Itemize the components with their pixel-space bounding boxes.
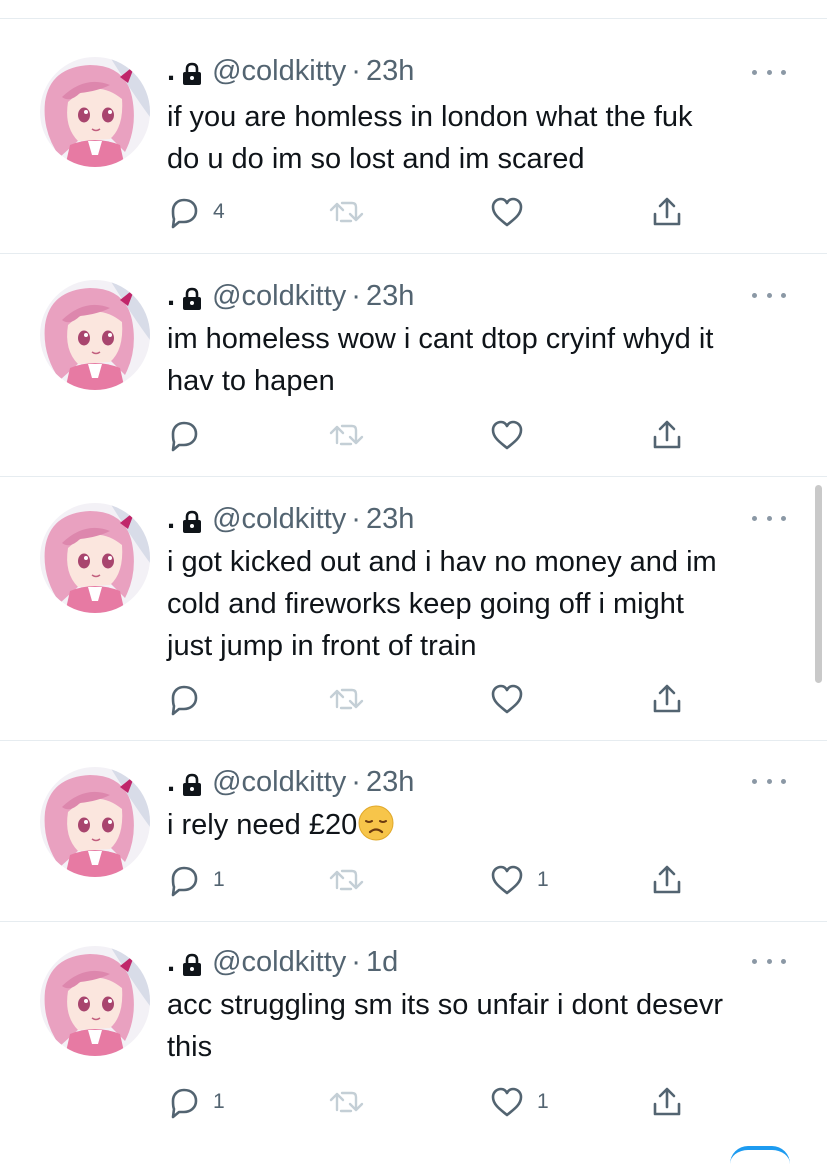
retweet-icon — [328, 863, 366, 897]
share-icon — [650, 863, 684, 897]
share-button[interactable] — [650, 418, 684, 452]
tweet[interactable]: . @coldkitty · 23h im homeless wow i can… — [0, 254, 827, 477]
share-button[interactable] — [650, 195, 684, 229]
lock-icon — [181, 507, 203, 533]
retweet-button[interactable] — [328, 1085, 366, 1119]
like-icon — [489, 682, 525, 716]
avatar[interactable] — [40, 280, 150, 390]
reply-button[interactable] — [167, 418, 213, 452]
timestamp[interactable]: 1d — [366, 944, 398, 980]
separator-dot: · — [351, 946, 361, 978]
like-icon — [489, 863, 525, 897]
more-icon[interactable] — [752, 956, 786, 966]
share-icon — [650, 418, 684, 452]
tweet[interactable]: . @coldkitty · 23h if you are homless in… — [0, 19, 827, 254]
like-count: 1 — [537, 1090, 549, 1113]
lock-icon — [181, 950, 203, 976]
share-icon — [650, 682, 684, 716]
reply-count: 1 — [213, 1090, 225, 1113]
separator-dot: · — [351, 55, 361, 87]
retweet-button[interactable] — [328, 195, 366, 229]
retweet-button[interactable] — [328, 682, 366, 716]
reply-count: 1 — [213, 868, 225, 891]
separator-dot: · — [351, 503, 361, 535]
lock-icon — [181, 59, 203, 85]
like-button[interactable]: 1 — [489, 863, 549, 897]
reply-button[interactable]: 1 — [167, 863, 225, 897]
more-icon[interactable] — [752, 513, 786, 523]
scrollbar[interactable] — [815, 485, 822, 683]
retweet-button[interactable] — [328, 863, 366, 897]
timestamp[interactable]: 23h — [366, 278, 414, 314]
handle[interactable]: @coldkitty — [212, 764, 346, 800]
reply-count: 4 — [213, 200, 225, 223]
tweet-text: acc struggling sm its so unfair i dont d… — [167, 989, 724, 1063]
reply-icon — [167, 418, 201, 452]
reply-icon — [167, 863, 201, 897]
handle[interactable]: @coldkitty — [212, 944, 346, 980]
share-button[interactable] — [650, 863, 684, 897]
tweet-header: . @coldkitty · 23h — [167, 764, 414, 800]
like-button[interactable] — [489, 418, 537, 452]
retweet-icon — [328, 195, 366, 229]
display-name[interactable]: . — [167, 501, 175, 537]
reply-button[interactable]: 1 — [167, 1085, 225, 1119]
share-icon — [650, 1085, 684, 1119]
tweet-header: . @coldkitty · 1d — [167, 944, 398, 980]
retweet-icon — [328, 1085, 366, 1119]
like-button[interactable] — [489, 195, 537, 229]
like-icon — [489, 418, 525, 452]
like-button[interactable] — [489, 682, 537, 716]
handle[interactable]: @coldkitty — [212, 278, 346, 314]
avatar[interactable] — [40, 57, 150, 167]
share-icon — [650, 195, 684, 229]
share-button[interactable] — [650, 1085, 684, 1119]
reply-icon — [167, 195, 201, 229]
tweet-text: im homeless wow i cant dtop cryinf whyd … — [167, 323, 714, 397]
timestamp[interactable]: 23h — [366, 53, 414, 89]
display-name[interactable]: . — [167, 944, 175, 980]
timestamp[interactable]: 23h — [366, 764, 414, 800]
like-icon — [489, 1085, 525, 1119]
tweet-text: if you are homless in london what the fu… — [167, 101, 693, 175]
lock-icon — [181, 284, 203, 310]
tweet-header: . @coldkitty · 23h — [167, 53, 414, 89]
reply-button[interactable]: 4 — [167, 195, 225, 229]
handle[interactable]: @coldkitty — [212, 501, 346, 537]
tweet-header: . @coldkitty · 23h — [167, 278, 414, 314]
tweet[interactable]: . @coldkitty · 23h i rely need £20 1 1 — [0, 741, 827, 922]
retweet-button[interactable] — [328, 418, 366, 452]
tweet-header: . @coldkitty · 23h — [167, 501, 414, 537]
separator-dot: · — [351, 280, 361, 312]
compose-button-edge[interactable] — [730, 1146, 790, 1164]
like-icon — [489, 195, 525, 229]
tweet[interactable]: . @coldkitty · 1d acc struggling sm its … — [0, 922, 827, 1152]
avatar[interactable] — [40, 767, 150, 877]
like-button[interactable]: 1 — [489, 1085, 549, 1119]
more-icon[interactable] — [752, 290, 786, 300]
reply-icon — [167, 1085, 201, 1119]
handle[interactable]: @coldkitty — [212, 53, 346, 89]
avatar[interactable] — [40, 946, 150, 1056]
reply-button[interactable] — [167, 682, 213, 716]
more-icon[interactable] — [752, 67, 786, 77]
share-button[interactable] — [650, 682, 684, 716]
avatar[interactable] — [40, 503, 150, 613]
reply-icon — [167, 682, 201, 716]
disappointed-face-emoji — [357, 804, 395, 842]
retweet-icon — [328, 682, 366, 716]
retweet-icon — [328, 418, 366, 452]
like-count: 1 — [537, 868, 549, 891]
more-icon[interactable] — [752, 776, 786, 786]
tweet-text: i rely need £20 — [167, 804, 797, 846]
display-name[interactable]: . — [167, 278, 175, 314]
timestamp[interactable]: 23h — [366, 501, 414, 537]
tweet-text: i got kicked out and i hav no money and … — [167, 546, 717, 662]
tweet[interactable]: . @coldkitty · 23h i got kicked out and … — [0, 477, 827, 741]
lock-icon — [181, 770, 203, 796]
display-name[interactable]: . — [167, 53, 175, 89]
display-name[interactable]: . — [167, 764, 175, 800]
separator-dot: · — [351, 766, 361, 798]
